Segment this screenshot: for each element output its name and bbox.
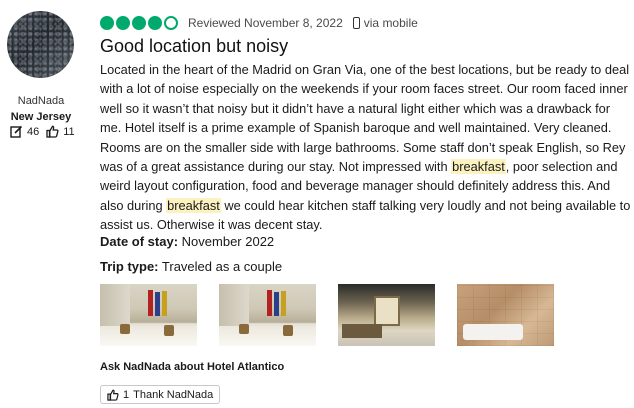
- helpful-votes-count: 11: [63, 125, 75, 138]
- rating-bubble-filled: [148, 16, 162, 30]
- thumbs-up-icon: [46, 125, 59, 138]
- thumbs-up-icon: [107, 389, 119, 401]
- date-of-stay-label: Date of stay:: [100, 234, 179, 249]
- trip-type-value: Traveled as a couple: [161, 259, 283, 274]
- reviewer-stats: 46 11: [10, 125, 82, 138]
- ask-reviewer-link[interactable]: Ask NadNada about Hotel Atlantico: [100, 361, 284, 373]
- rating-bubble-filled: [132, 16, 146, 30]
- highlighted-keyword: breakfast: [451, 159, 506, 175]
- trip-type-label: Trip type:: [100, 259, 159, 274]
- review-photo-bathroom[interactable]: [457, 284, 554, 346]
- rating-bubbles: [100, 16, 180, 30]
- review-text-segment: Located in the heart of the Madrid on Gr…: [100, 62, 630, 175]
- reviewer-name[interactable]: NadNada: [0, 95, 82, 107]
- date-of-stay-value: November 2022: [181, 234, 275, 249]
- reviewer-location: New Jersey: [10, 111, 72, 123]
- review-photos: [100, 284, 576, 346]
- thank-label: Thank NadNada: [133, 388, 214, 401]
- highlighted-keyword: breakfast: [166, 197, 221, 213]
- contributions-count: 46: [27, 125, 40, 138]
- avatar[interactable]: [7, 11, 74, 78]
- trip-type: Trip type: Traveled as a couple: [100, 259, 282, 274]
- pencil-square-icon: [10, 125, 23, 138]
- review-photo-reception[interactable]: [338, 284, 435, 346]
- rating-bubble-filled: [116, 16, 130, 30]
- rating-bubble-empty: [164, 16, 178, 30]
- review-date: Reviewed November 8, 2022: [188, 16, 343, 30]
- mobile-phone-icon: [352, 17, 360, 29]
- review-photo-lobby-1[interactable]: [100, 284, 197, 346]
- rating-row: Reviewed November 8, 2022 via mobile: [100, 15, 418, 31]
- review-device: via mobile: [363, 16, 418, 30]
- thank-count: 1: [123, 388, 130, 401]
- rating-bubble-filled: [100, 16, 114, 30]
- thank-button[interactable]: 1 Thank NadNada: [100, 385, 221, 404]
- review-body: Located in the heart of the Madrid on Gr…: [100, 60, 632, 235]
- review-title[interactable]: Good location but noisy: [100, 36, 288, 57]
- review-photo-lobby-2[interactable]: [219, 284, 316, 346]
- date-of-stay: Date of stay: November 2022: [100, 234, 274, 249]
